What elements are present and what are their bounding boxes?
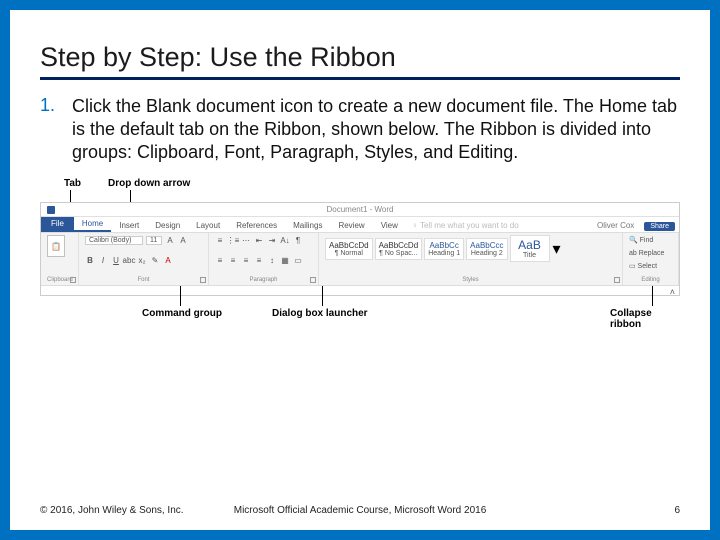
multilevel-icon[interactable]: ⋯	[241, 235, 251, 245]
align-left-icon[interactable]: ≡	[215, 255, 225, 265]
styles-gallery[interactable]: AaBbCcDd¶ Normal AaBbCcDd¶ No Spac... Aa…	[325, 235, 616, 262]
group-label: Clipboard	[47, 275, 72, 283]
content-list: 1. Click the Blank document icon to crea…	[40, 94, 680, 164]
numbering-icon[interactable]: ⋮≡	[228, 235, 238, 245]
group-label: Font	[85, 275, 202, 283]
font-color-icon[interactable]: A	[163, 255, 173, 265]
bold-icon[interactable]: B	[85, 255, 95, 265]
list-text: Click the Blank document icon to create …	[40, 95, 680, 164]
ribbon: Document1 - Word File Home Insert Design…	[40, 202, 680, 296]
tab-file[interactable]: File	[41, 216, 74, 232]
font-size-dropdown[interactable]: 11	[146, 236, 162, 245]
tab-home[interactable]: Home	[74, 217, 111, 232]
underline-icon[interactable]: U	[111, 255, 121, 265]
group-label: Styles	[325, 275, 616, 283]
save-icon[interactable]	[47, 206, 55, 214]
ribbon-figure: Tab Drop down arrow Document1 - Word Fil…	[40, 174, 680, 334]
tab-row: File Home Insert Design Layout Reference…	[41, 217, 679, 233]
tab-design[interactable]: Design	[147, 219, 188, 232]
style-nospacing[interactable]: AaBbCcDd¶ No Spac...	[375, 238, 423, 260]
collapse-ribbon-icon[interactable]: ˄	[670, 287, 675, 297]
callout-line	[322, 286, 323, 306]
group-clipboard: 📋 Clipboard	[41, 233, 79, 285]
shrink-font-icon[interactable]: A	[178, 235, 188, 245]
group-paragraph: ≡ ⋮≡ ⋯ ⇤ ⇥ A↓ ¶ ≡ ≡ ≡ ≡ ↕ ▦	[209, 233, 319, 285]
callout-command-group: Command group	[142, 308, 222, 319]
showhide-icon[interactable]: ¶	[293, 235, 303, 245]
style-heading2[interactable]: AaBbCccHeading 2	[466, 238, 507, 260]
style-normal[interactable]: AaBbCcDd¶ Normal	[325, 238, 373, 260]
styles-more-icon[interactable]: ▾	[552, 244, 562, 254]
style-title[interactable]: AaBTitle	[510, 235, 550, 262]
tab-layout[interactable]: Layout	[188, 219, 228, 232]
dialog-launcher-icon[interactable]	[614, 277, 620, 283]
select-button[interactable]: ▭ Select	[629, 261, 672, 271]
font-name-dropdown[interactable]: Calibri (Body)	[85, 236, 143, 245]
ribbon-body: 📋 Clipboard Calibri (Body) 11 A A B I U	[41, 233, 679, 285]
group-editing: 🔍 Find ab Replace ▭ Select Editing	[623, 233, 679, 285]
decrease-indent-icon[interactable]: ⇤	[254, 235, 264, 245]
justify-icon[interactable]: ≡	[254, 255, 264, 265]
tab-references[interactable]: References	[228, 219, 285, 232]
footer: © 2016, John Wiley & Sons, Inc. Microsof…	[40, 505, 680, 516]
align-right-icon[interactable]: ≡	[241, 255, 251, 265]
increase-indent-icon[interactable]: ⇥	[267, 235, 277, 245]
replace-button[interactable]: ab Replace	[629, 249, 672, 258]
sort-icon[interactable]: A↓	[280, 235, 290, 245]
highlight-icon[interactable]: ✎	[150, 255, 160, 265]
tab-insert[interactable]: Insert	[111, 219, 147, 232]
align-center-icon[interactable]: ≡	[228, 255, 238, 265]
list-item: 1. Click the Blank document icon to crea…	[40, 94, 680, 164]
group-label: Paragraph	[215, 275, 312, 283]
callout-line	[652, 286, 653, 306]
group-font: Calibri (Body) 11 A A B I U abc x₂ ✎ A	[79, 233, 209, 285]
shading-icon[interactable]: ▦	[280, 255, 290, 265]
bullets-icon[interactable]: ≡	[215, 235, 225, 245]
italic-icon[interactable]: I	[98, 255, 108, 265]
callout-tab: Tab	[64, 178, 81, 189]
tell-me-input[interactable]: ♀ Tell me what you want to do	[406, 219, 525, 232]
ruler	[41, 285, 679, 295]
list-number: 1.	[40, 94, 68, 117]
dialog-launcher-icon[interactable]	[200, 277, 206, 283]
borders-icon[interactable]: ▭	[293, 255, 303, 265]
grow-font-icon[interactable]: A	[165, 235, 175, 245]
callout-line	[180, 286, 181, 306]
tab-view[interactable]: View	[373, 219, 406, 232]
callout-collapse: Collapse ribbon	[610, 308, 680, 330]
group-styles: AaBbCcDd¶ Normal AaBbCcDd¶ No Spac... Aa…	[319, 233, 623, 285]
footer-center: Microsoft Official Academic Course, Micr…	[40, 505, 680, 516]
share-button[interactable]: Share	[644, 222, 675, 231]
paste-icon[interactable]: 📋	[47, 235, 65, 257]
style-heading1[interactable]: AaBbCcHeading 1	[424, 238, 464, 260]
callout-dialog-launcher: Dialog box launcher	[272, 308, 368, 319]
tab-review[interactable]: Review	[330, 219, 372, 232]
slide-title: Step by Step: Use the Ribbon	[40, 42, 680, 80]
strike-icon[interactable]: abc	[124, 255, 134, 265]
find-button[interactable]: 🔍 Find	[629, 235, 672, 245]
dialog-launcher-icon[interactable]	[70, 277, 76, 283]
line-spacing-icon[interactable]: ↕	[267, 255, 277, 265]
tab-mailings[interactable]: Mailings	[285, 219, 330, 232]
callout-dropdown: Drop down arrow	[108, 178, 190, 189]
group-label: Editing	[629, 275, 672, 283]
title-bar: Document1 - Word	[41, 203, 679, 217]
dialog-launcher-icon[interactable]	[310, 277, 316, 283]
slide: Step by Step: Use the Ribbon 1. Click th…	[10, 10, 710, 530]
subscript-icon[interactable]: x₂	[137, 255, 147, 265]
doc-title: Document1 - Word	[327, 205, 394, 214]
user-name[interactable]: Oliver Cox	[591, 219, 640, 232]
